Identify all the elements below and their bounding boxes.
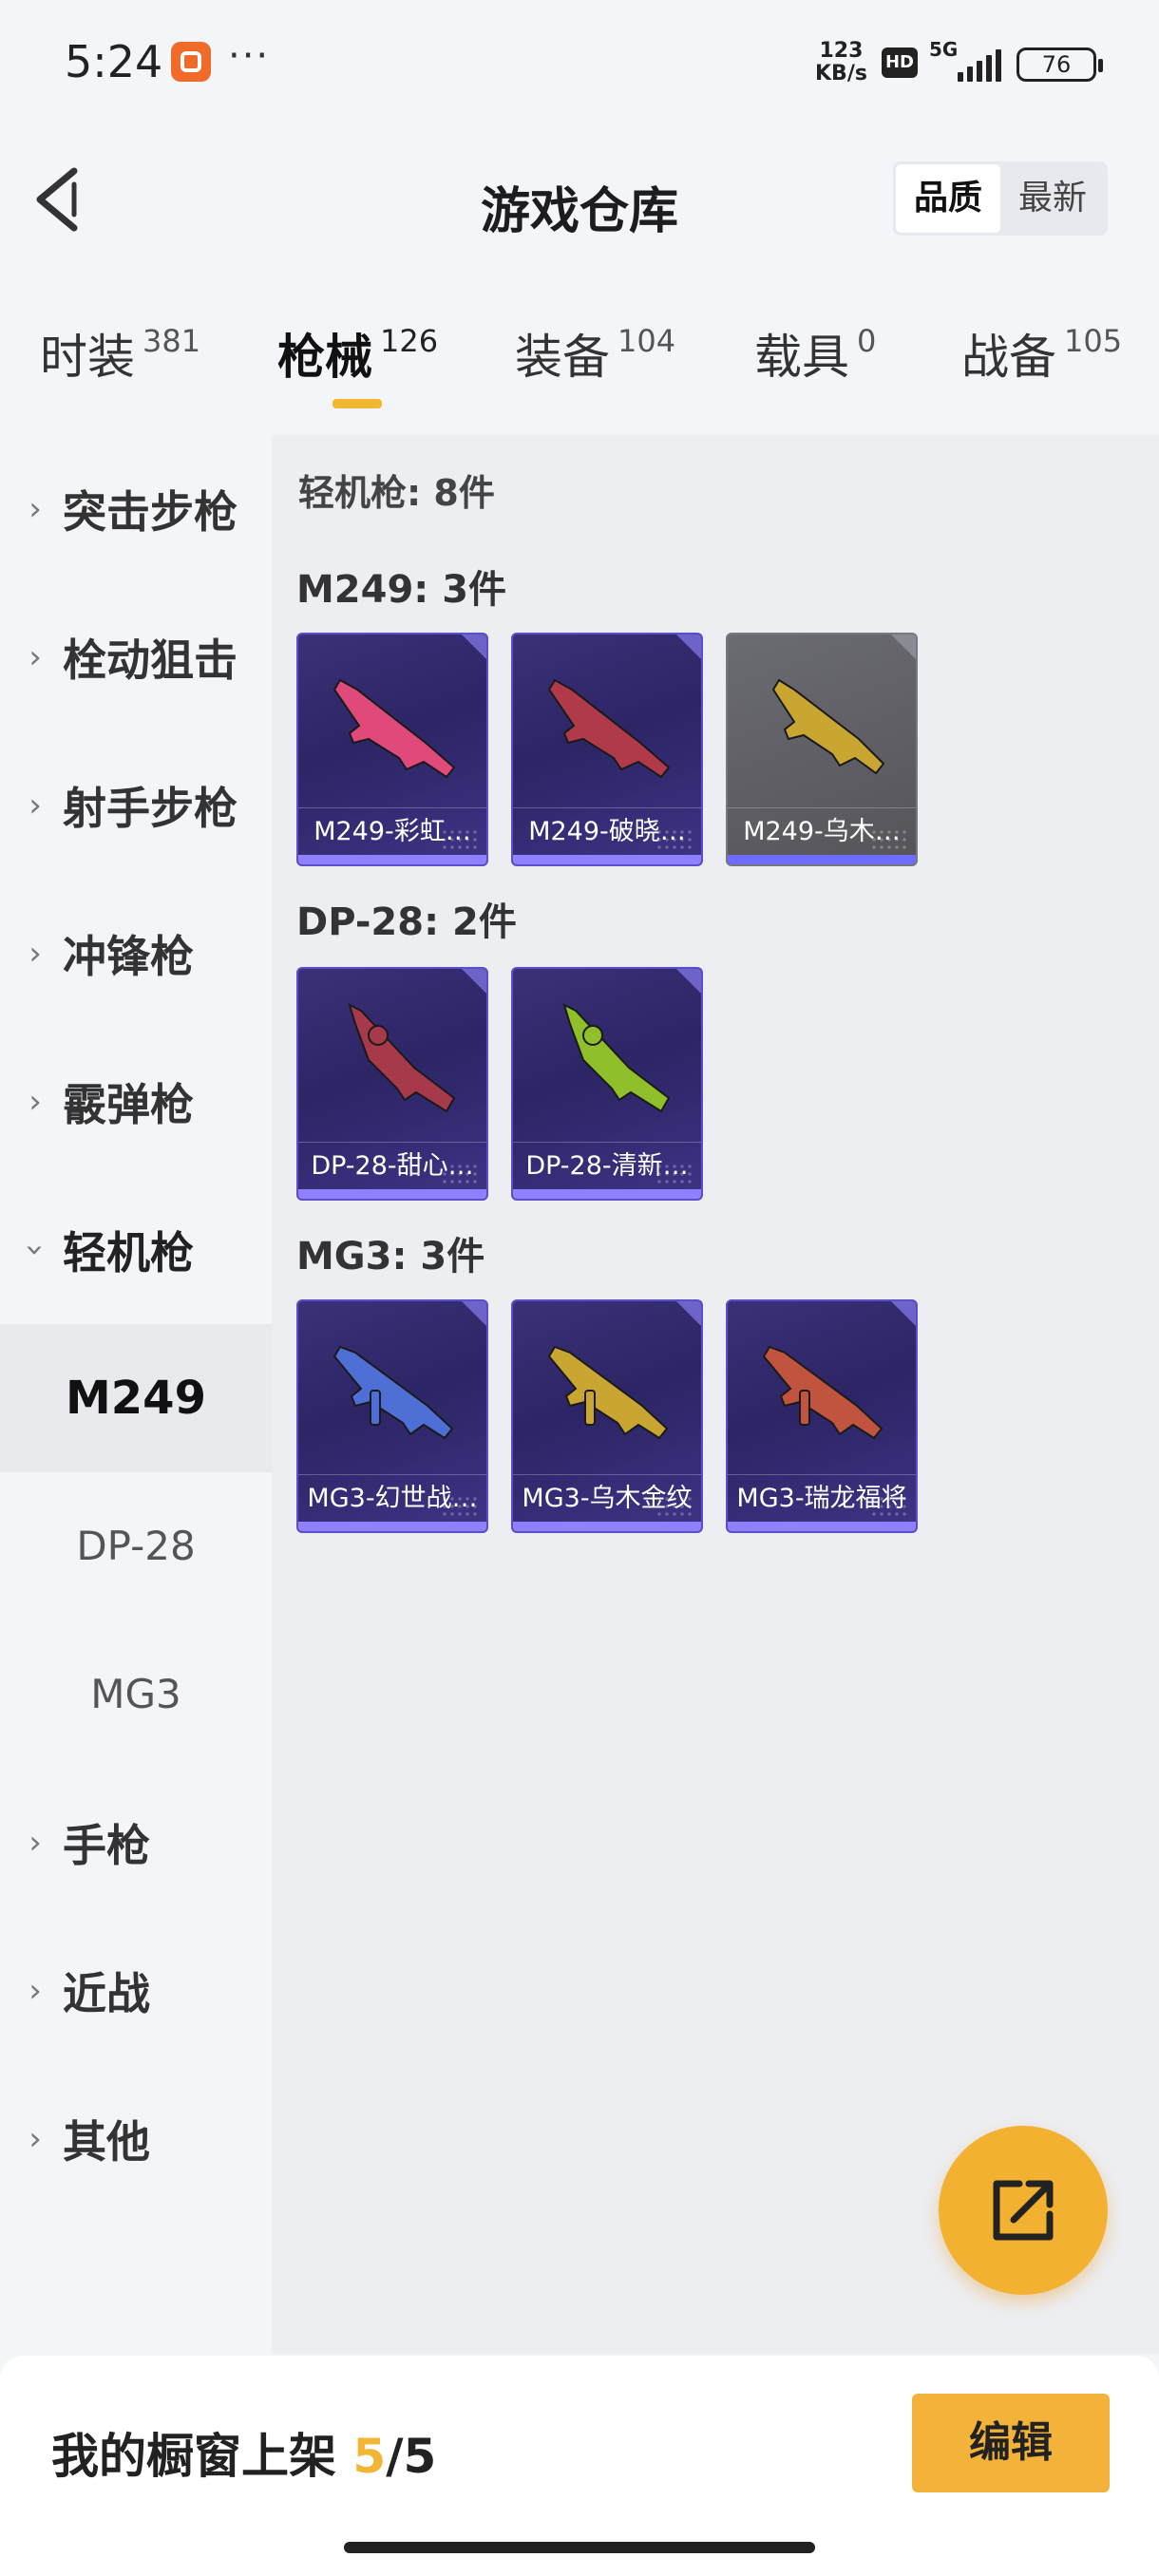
item-card[interactable]: MG3-瑞龙福将 [726, 1299, 918, 1533]
status-bar: 5:24 ··· 123 KB/s HD 5G 76 [0, 0, 1159, 123]
chevron-right-icon: › [28, 1972, 42, 2010]
lmg-icon [547, 1345, 669, 1440]
sidebar-item-lmg[interactable]: › 轻机枪 [0, 1176, 272, 1324]
rarity-bar [298, 1522, 486, 1531]
battery-icon: 76 [1016, 47, 1103, 82]
rarity-bar [298, 1189, 486, 1199]
chevron-right-icon: › [28, 1824, 42, 1862]
chevron-down-icon: › [16, 1243, 54, 1257]
rarity-bar [728, 1522, 916, 1531]
more-notifications-icon: ··· [228, 34, 271, 78]
sidebar-item-other[interactable]: › 其他 [0, 2065, 272, 2213]
lmg-icon [547, 678, 671, 779]
bottom-bar: 我的橱窗上架 5/5 编辑 [0, 2356, 1159, 2576]
sidebar-subitem-mg3[interactable]: MG3 [0, 1620, 272, 1769]
item-card[interactable]: M249-乌木… [726, 633, 918, 866]
category-count-heading: 轻机枪: 8件 [298, 472, 495, 514]
category-tabs: 时装 381 枪械 126 装备 104 载具 0 战备 105 [0, 313, 1159, 427]
group-title-dp28: DP-28: 2件 [296, 900, 517, 944]
share-button[interactable] [939, 2126, 1108, 2295]
sidebar-item-smg[interactable]: › 冲锋枪 [0, 880, 272, 1028]
header: 游戏仓库 品质 最新 [0, 142, 1159, 256]
tab-guns[interactable]: 枪械 126 [277, 319, 438, 388]
sidebar-subitem-m249[interactable]: M249 [0, 1324, 272, 1472]
hd-icon: HD [882, 47, 918, 78]
rarity-bar [513, 1189, 701, 1199]
sort-quality-option[interactable]: 品质 [896, 164, 1000, 233]
tab-vehicles[interactable]: 载具 0 [754, 319, 876, 388]
sidebar-item-pistol[interactable]: › 手枪 [0, 1769, 272, 1917]
showcase-status: 我的橱窗上架 5/5 [51, 2429, 437, 2484]
item-grid-panel: 轻机枪: 8件 M249: 3件 M249-彩虹… M249-破晓… M249-… [272, 435, 1159, 2354]
item-card[interactable]: DP-28-清新… [511, 967, 703, 1201]
group-title-m249: M249: 3件 [296, 568, 507, 612]
home-indicator[interactable] [344, 2542, 815, 2553]
lmg-icon [332, 1345, 454, 1440]
app-notification-icon [171, 42, 211, 82]
rarity-bar [298, 855, 486, 864]
lmg-icon [762, 1345, 884, 1440]
lmg-icon [348, 1003, 456, 1113]
item-card[interactable]: M249-彩虹… [296, 633, 488, 866]
edit-button[interactable]: 编辑 [912, 2394, 1110, 2492]
chevron-right-icon: › [28, 1083, 42, 1121]
chevron-right-icon: › [28, 638, 42, 676]
rarity-bar [513, 1522, 701, 1531]
rarity-bar [513, 855, 701, 864]
sidebar-item-melee[interactable]: › 近战 [0, 1917, 272, 2065]
lmg-icon [562, 1003, 671, 1113]
sidebar-subitem-dp28[interactable]: DP-28 [0, 1472, 272, 1620]
group-title-mg3: MG3: 3件 [296, 1235, 485, 1279]
lmg-icon [771, 678, 885, 775]
rarity-bar [728, 855, 916, 864]
item-card[interactable]: M249-破晓… [511, 633, 703, 866]
active-tab-indicator [332, 399, 382, 408]
category-sidebar: › 突击步枪 › 栓动狙击 › 射手步枪 › 冲锋枪 › 霰弹枪 › 轻机枪 M… [0, 435, 272, 2354]
item-card[interactable]: DP-28-甜心… [296, 967, 488, 1201]
chevron-right-icon: › [28, 935, 42, 973]
lmg-icon [332, 678, 456, 779]
chevron-right-icon: › [28, 490, 42, 528]
chevron-right-icon: › [28, 2120, 42, 2158]
sidebar-item-assault-rifle[interactable]: › 突击步枪 [0, 435, 272, 583]
sidebar-item-bolt-sniper[interactable]: › 栓动狙击 [0, 583, 272, 731]
network-speed: 123 KB/s [815, 39, 867, 85]
share-external-icon [993, 2180, 1054, 2241]
sort-newest-option[interactable]: 最新 [1000, 164, 1105, 233]
item-card[interactable]: MG3-乌木金纹 [511, 1299, 703, 1533]
sidebar-item-marksman-rifle[interactable]: › 射手步枪 [0, 731, 272, 880]
status-time: 5:24 [65, 36, 163, 87]
signal-icon: 5G [929, 38, 1005, 85]
tab-equipment[interactable]: 装备 104 [515, 319, 675, 388]
item-card[interactable]: MG3-幻世战… [296, 1299, 488, 1533]
sort-toggle: 品质 最新 [893, 161, 1108, 236]
tab-supplies[interactable]: 战备 105 [961, 319, 1122, 388]
tab-fashion[interactable]: 时装 381 [40, 319, 200, 388]
chevron-right-icon: › [28, 786, 42, 824]
sidebar-item-shotgun[interactable]: › 霰弹枪 [0, 1028, 272, 1176]
